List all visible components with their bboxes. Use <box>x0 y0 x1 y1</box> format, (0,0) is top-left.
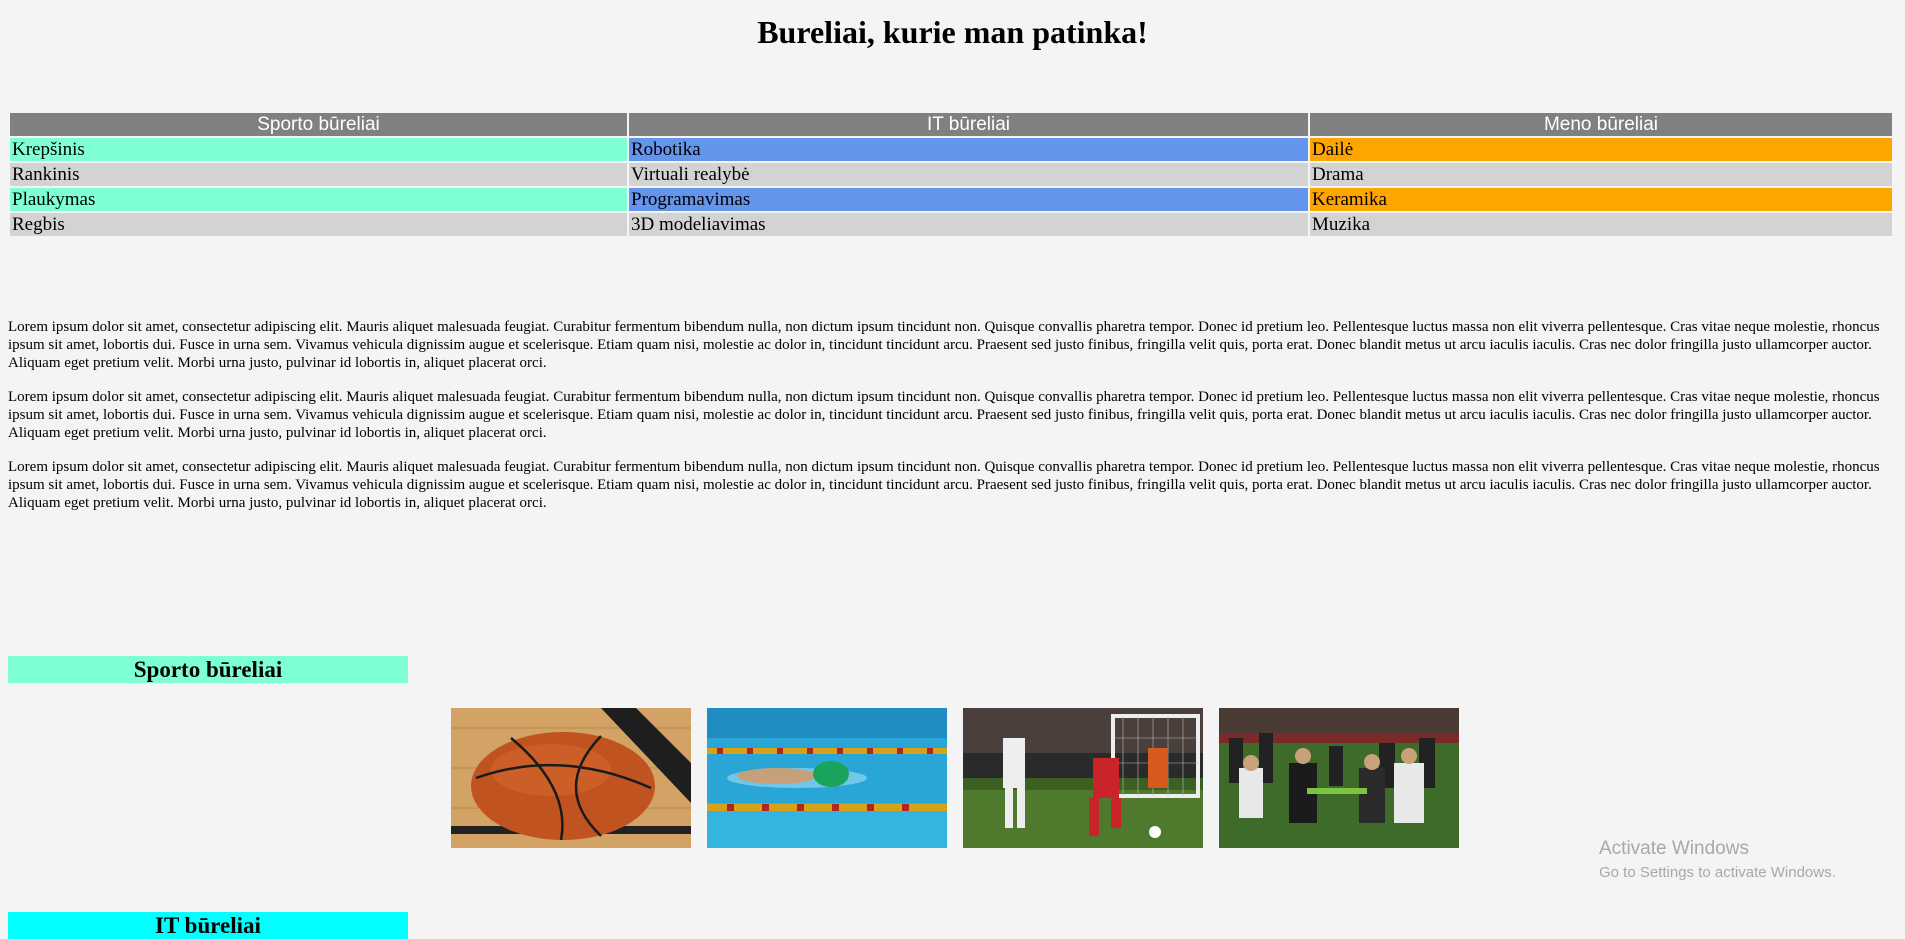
cell-it: Robotika <box>629 138 1308 161</box>
basketball-photo <box>451 708 691 848</box>
table-row: Rankinis Virtuali realybė Drama <box>10 163 1892 186</box>
cell-sport: Krepšinis <box>10 138 627 161</box>
table-row: Krepšinis Robotika Dailė <box>10 138 1892 161</box>
cell-sport: Regbis <box>10 213 627 236</box>
lorem-paragraph-2: Lorem ipsum dolor sit amet, consectetur … <box>8 389 1880 441</box>
table-header-row: Sporto būreliai IT būreliai Meno būrelia… <box>10 113 1892 136</box>
header-sport: Sporto būreliai <box>10 113 627 136</box>
lorem-paragraph-1: Lorem ipsum dolor sit amet, consectetur … <box>8 319 1880 371</box>
it-section-heading: IT būreliai <box>8 912 408 939</box>
header-art: Meno būreliai <box>1310 113 1892 136</box>
table-row: Regbis 3D modeliavimas Muzika <box>10 213 1892 236</box>
cell-art: Dailė <box>1310 138 1892 161</box>
swimming-photo <box>707 708 947 848</box>
activate-windows-watermark: Activate Windows Go to Settings to activ… <box>1599 838 1836 881</box>
cell-sport: Plaukymas <box>10 188 627 211</box>
clubs-table: Sporto būreliai IT būreliai Meno būrelia… <box>8 111 1894 238</box>
page-title: Bureliai, kurie man patinka! <box>757 14 1148 50</box>
cell-art: Muzika <box>1310 213 1892 236</box>
soccer-photo <box>963 708 1203 848</box>
cell-it: 3D modeliavimas <box>629 213 1308 236</box>
sport-section-heading: Sporto būreliai <box>8 656 408 683</box>
rugby-photo <box>1219 708 1459 848</box>
watermark-title: Activate Windows <box>1599 838 1749 859</box>
header-it: IT būreliai <box>629 113 1308 136</box>
watermark-subtitle: Go to Settings to activate Windows. <box>1599 864 1836 881</box>
cell-sport: Rankinis <box>10 163 627 186</box>
cell-it: Programavimas <box>629 188 1308 211</box>
table-row: Plaukymas Programavimas Keramika <box>10 188 1892 211</box>
cell-it: Virtuali realybė <box>629 163 1308 186</box>
cell-art: Drama <box>1310 163 1892 186</box>
cell-art: Keramika <box>1310 188 1892 211</box>
lorem-paragraph-3: Lorem ipsum dolor sit amet, consectetur … <box>8 459 1880 511</box>
